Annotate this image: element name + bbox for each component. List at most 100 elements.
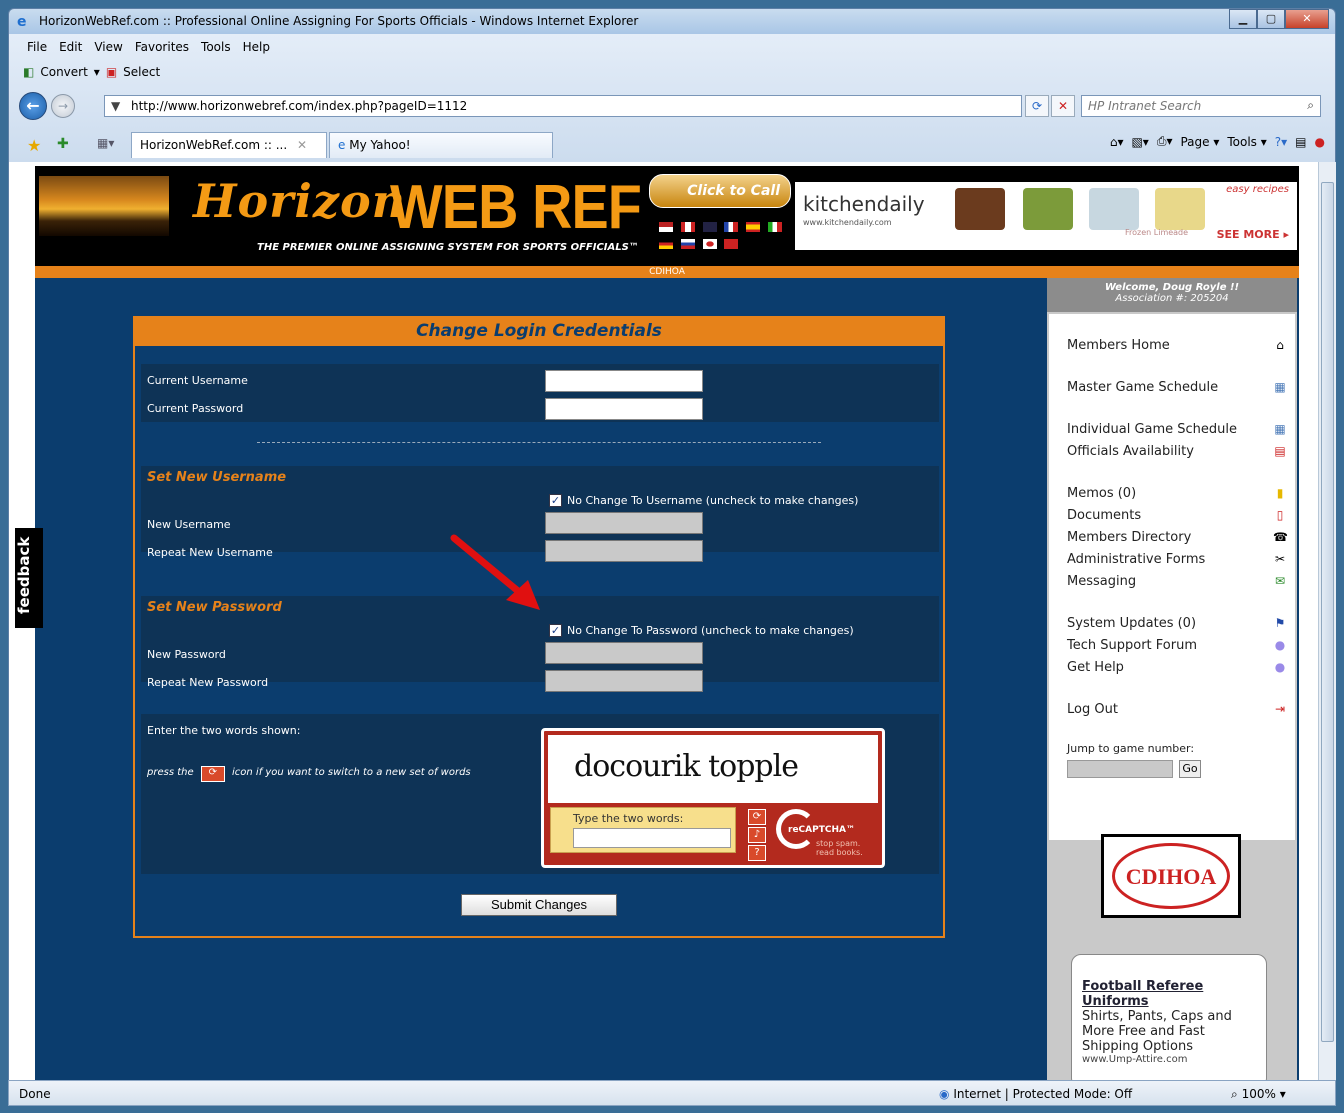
repeat-password-label: Repeat New Password — [147, 676, 269, 689]
ad-title[interactable]: Football Referee Uniforms — [1082, 979, 1256, 1009]
quick-tabs-icon[interactable]: ▦▾ — [97, 136, 114, 150]
sidebar-item-system-updates[interactable]: System Updates (0) — [1067, 616, 1196, 631]
tagline: THE PREMIER ONLINE ASSIGNING SYSTEM FOR … — [257, 242, 639, 253]
recaptcha-brand: reCAPTCHA™ — [788, 825, 855, 835]
zoom-icon: ⌕ — [1231, 1087, 1238, 1101]
flag-it-icon[interactable] — [768, 222, 783, 232]
cdihoa-logo[interactable]: CDIHOA — [1101, 834, 1241, 918]
captcha-refresh-icon[interactable]: ⟳ — [748, 809, 766, 825]
welcome-banner: Welcome, Doug Royle !! Association #: 20… — [1047, 278, 1297, 312]
flag-us-icon[interactable] — [659, 222, 673, 232]
click-to-call-button[interactable]: Click to Call — [649, 174, 791, 208]
convert-icon: ◧ — [23, 65, 35, 79]
menu-view[interactable]: View — [90, 36, 126, 58]
research-icon[interactable]: ▤ — [1295, 135, 1306, 149]
uniform-ad[interactable]: Football Referee Uniforms Shirts, Pants,… — [1071, 954, 1267, 1080]
sidebar-item-memos[interactable]: Memos (0) — [1067, 486, 1136, 501]
print-icon[interactable]: ⎙▾ — [1157, 134, 1173, 149]
maximize-button[interactable]: ▢ — [1257, 9, 1285, 29]
tools-menu[interactable]: Tools ▾ — [1227, 135, 1266, 149]
select-button[interactable]: Select — [123, 65, 160, 79]
sidebar-item-individual-schedule[interactable]: Individual Game Schedule — [1067, 422, 1237, 437]
ad-link[interactable]: www.Ump-Attire.com — [1082, 1054, 1256, 1065]
flag-fr-icon[interactable] — [724, 222, 739, 232]
repeat-username-input[interactable] — [545, 540, 703, 562]
new-password-label: New Password — [147, 648, 226, 661]
feeds-icon[interactable]: ▧▾ — [1131, 135, 1148, 149]
flag-ru-icon[interactable] — [680, 239, 695, 249]
sidebar-item-availability[interactable]: Officials Availability — [1067, 444, 1194, 459]
new-password-input[interactable] — [545, 642, 703, 664]
current-username-label: Current Username — [147, 374, 248, 387]
food-image-1 — [955, 188, 1005, 230]
language-flags — [657, 220, 789, 260]
sidebar-item-documents[interactable]: Documents — [1067, 508, 1141, 523]
feedback-tab[interactable]: feedback — [15, 528, 43, 628]
tab-close-icon[interactable]: ✕ — [297, 138, 307, 152]
search-input[interactable]: HP Intranet Search ⌕ — [1081, 95, 1321, 117]
divider — [257, 442, 821, 443]
addon-icon[interactable]: ● — [1315, 135, 1325, 149]
repeat-password-input[interactable] — [545, 670, 703, 692]
flag-icon: ⚑ — [1274, 616, 1286, 630]
zoom-level[interactable]: ⌕ 100% ▾ — [1231, 1087, 1286, 1102]
menu-help[interactable]: Help — [239, 36, 274, 58]
no-change-username-checkbox[interactable]: ✓ — [549, 494, 562, 507]
memo-icon: ▮ — [1276, 486, 1284, 500]
captcha-response-input[interactable] — [573, 828, 731, 848]
sidebar-item-get-help[interactable]: Get Help — [1067, 660, 1124, 675]
vertical-scrollbar[interactable] — [1318, 162, 1336, 1080]
ad-see-more[interactable]: SEE MORE ▸ — [1217, 228, 1289, 241]
window-controls: ▁ ▢ ✕ — [1229, 9, 1329, 29]
submit-changes-button[interactable]: Submit Changes — [461, 894, 617, 916]
menu-favorites[interactable]: Favorites — [131, 36, 193, 58]
flag-es-icon[interactable] — [746, 222, 761, 232]
sidebar-item-directory[interactable]: Members Directory — [1067, 530, 1191, 545]
stop-icon[interactable]: ✕ — [1051, 95, 1075, 117]
help-icon[interactable]: ?▾ — [1275, 135, 1287, 149]
flag-ca-icon[interactable] — [680, 222, 695, 232]
game-number-input[interactable] — [1067, 760, 1173, 778]
no-change-password-checkbox[interactable]: ✓ — [549, 624, 562, 637]
dropdown-arrow-icon[interactable]: ▾ — [94, 65, 100, 79]
home-icon[interactable]: ⌂▾ — [1110, 135, 1124, 149]
security-zone[interactable]: ◉ Internet | Protected Mode: Off — [939, 1087, 1132, 1101]
menu-edit[interactable]: Edit — [55, 36, 86, 58]
flag-jp-icon[interactable] — [702, 239, 717, 249]
sidebar-item-messaging[interactable]: Messaging — [1067, 574, 1136, 589]
date-icon: ▤ — [1274, 444, 1286, 458]
go-button[interactable]: Go — [1179, 760, 1201, 778]
minimize-button[interactable]: ▁ — [1229, 9, 1257, 29]
menu-file[interactable]: File — [23, 36, 51, 58]
new-username-input[interactable] — [545, 512, 703, 534]
current-password-input[interactable] — [545, 398, 703, 420]
sidebar-item-members-home[interactable]: Members Home — [1067, 338, 1170, 353]
flag-uk-icon[interactable] — [702, 222, 717, 232]
close-button[interactable]: ✕ — [1285, 9, 1329, 29]
captcha-help-icon[interactable]: ? — [748, 845, 766, 861]
sidebar-item-tech-forum[interactable]: Tech Support Forum — [1067, 638, 1197, 653]
back-button[interactable]: ← — [19, 92, 47, 120]
forward-button[interactable]: → — [51, 94, 75, 118]
refresh-icon[interactable]: ⟳ — [1025, 95, 1049, 117]
sidebar-item-admin-forms[interactable]: Administrative Forms — [1067, 552, 1205, 567]
current-username-input[interactable] — [545, 370, 703, 392]
add-favorites-icon[interactable]: ✚ — [57, 136, 69, 152]
scrollbar-thumb[interactable] — [1321, 182, 1334, 1042]
menu-tools[interactable]: Tools — [197, 36, 235, 58]
address-bar[interactable]: ▼ http://www.horizonwebref.com/index.php… — [104, 95, 1022, 117]
sidebar-item-master-schedule[interactable]: Master Game Schedule — [1067, 380, 1218, 395]
sidebar-item-log-out[interactable]: Log Out — [1067, 702, 1118, 717]
search-icon[interactable]: ⌕ — [1307, 98, 1314, 113]
calendar-icon: ▦ — [1274, 380, 1286, 394]
tab-my-yahoo[interactable]: e My Yahoo! — [329, 132, 553, 158]
page-menu[interactable]: Page ▾ — [1180, 135, 1219, 149]
convert-button[interactable]: Convert — [40, 65, 87, 79]
kitchendaily-ad[interactable]: kitchendaily www.kitchendaily.com easy r… — [795, 182, 1297, 250]
flag-de-icon[interactable] — [659, 239, 673, 249]
flag-cn-icon[interactable] — [724, 239, 739, 249]
tab-horizonwebref[interactable]: HorizonWebRef.com :: ... ✕ — [131, 132, 327, 158]
captcha-audio-icon[interactable]: ♪ — [748, 827, 766, 843]
favorites-star-icon[interactable]: ★ — [27, 136, 41, 155]
current-credentials-section: Current Username Current Password — [141, 364, 939, 422]
